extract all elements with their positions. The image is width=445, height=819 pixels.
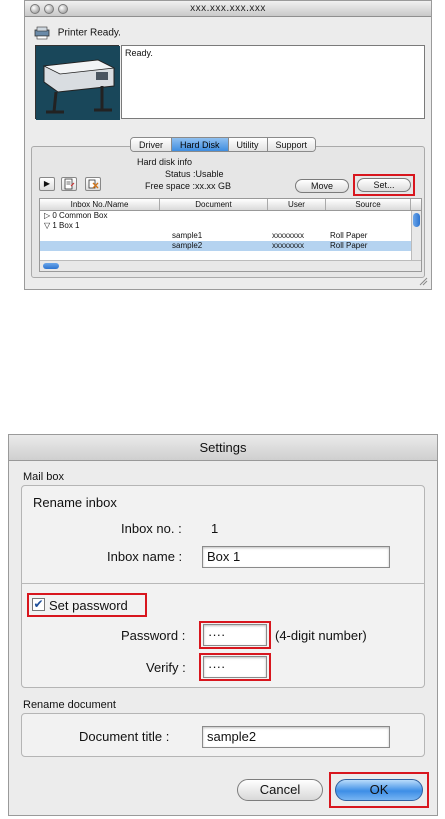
tab-support[interactable]: Support [267,138,316,151]
inbox-name-label: Inbox name : [107,549,183,564]
resize-grip-icon[interactable] [419,277,428,286]
document-edit-icon [64,178,75,190]
column-header-user[interactable]: User [268,199,326,210]
hard-disk-free-space: Free space :xx.xx GB [145,181,232,191]
window-title: xxx.xxx.xxx.xxx [190,3,266,14]
row-inbox-name: ▽ 1 Box 1 [44,221,80,230]
row-document: sample1 [172,231,203,240]
row-inbox-name: ▷ 0 Common Box [44,211,108,220]
row-user: xxxxxxxx [272,241,304,250]
settings-title: Settings [9,435,437,461]
ok-button[interactable]: OK [335,779,423,801]
printer-image [35,45,120,120]
inbox-no-label: Inbox no. : [121,521,182,536]
vertical-scroll-thumb[interactable] [413,213,420,227]
large-format-printer-icon [36,46,120,120]
table-vertical-scrollbar[interactable] [411,211,421,260]
hard-disk-info-heading: Hard disk info [137,157,193,167]
tab-hard-disk[interactable]: Hard Disk [172,138,229,151]
password-hint: (4-digit number) [275,628,367,643]
table-row[interactable]: ▷ 0 Common Box [40,211,421,221]
column-header-source[interactable]: Source [326,199,411,210]
set-button[interactable]: Set... [357,178,411,192]
table-horizontal-scrollbar[interactable] [40,260,421,271]
column-header-inbox[interactable]: Inbox No./Name [40,199,160,210]
column-header-document[interactable]: Document [160,199,268,210]
document-properties-button[interactable] [61,177,77,191]
horizontal-scroll-thumb[interactable] [43,263,59,269]
divider [21,583,425,584]
status-message-text: Ready. [125,48,153,58]
tab-driver[interactable]: Driver [131,138,172,151]
inbox-name-input[interactable]: Box 1 [202,546,390,568]
hard-disk-status: Status :Usable [165,169,224,179]
rename-inbox-label: Rename inbox [33,495,117,510]
printer-window: xxx.xxx.xxx.xxx Printer Ready. Ready. Dr… [24,0,432,290]
table-row[interactable]: ▽ 1 Box 1 [40,221,421,231]
document-title-input[interactable]: sample2 [202,726,390,748]
row-user: xxxxxxxx [272,231,304,240]
table-header: Inbox No./Name Document User Source [40,199,421,211]
printer-small-icon [34,26,50,40]
verify-input[interactable]: ···· [203,656,267,678]
document-title-label: Document title : [79,729,170,744]
play-icon: ▶ [43,179,51,188]
tab-bar: Driver Hard Disk Utility Support [130,137,317,152]
set-password-label[interactable]: Set password [49,598,128,613]
settings-dialog: Settings Mail box Rename inbox Inbox no.… [8,434,438,816]
password-input[interactable]: ···· [203,624,267,646]
cancel-button[interactable]: Cancel [237,779,323,801]
password-label: Password : [121,628,186,643]
inbox-no-value: 1 [211,521,219,536]
window-titlebar: xxx.xxx.xxx.xxx [25,1,431,17]
play-button[interactable]: ▶ [39,177,55,191]
tab-utility[interactable]: Utility [228,138,268,151]
inbox-table: Inbox No./Name Document User Source ▷ 0 … [39,198,422,272]
status-message-box: Ready. [121,45,425,119]
table-row[interactable]: sample1 xxxxxxxx Roll Paper [40,231,421,241]
rename-document-label: Rename document [23,699,116,711]
verify-label: Verify : [146,660,186,675]
checkmark-icon: ✔ [33,597,44,611]
mail-box-label: Mail box [23,471,64,483]
printer-status-text: Printer Ready. [57,27,121,39]
row-document: sample2 [172,241,203,250]
printer-status-row: Printer Ready. [33,26,121,40]
table-row-selected[interactable]: sample2 xxxxxxxx Roll Paper [40,241,421,251]
trash-document-icon [88,179,99,189]
row-source: Roll Paper [330,241,368,250]
delete-document-button[interactable] [85,177,101,191]
row-source: Roll Paper [330,231,368,240]
set-password-checkbox[interactable]: ✔ [32,598,45,611]
move-button[interactable]: Move [295,179,349,193]
